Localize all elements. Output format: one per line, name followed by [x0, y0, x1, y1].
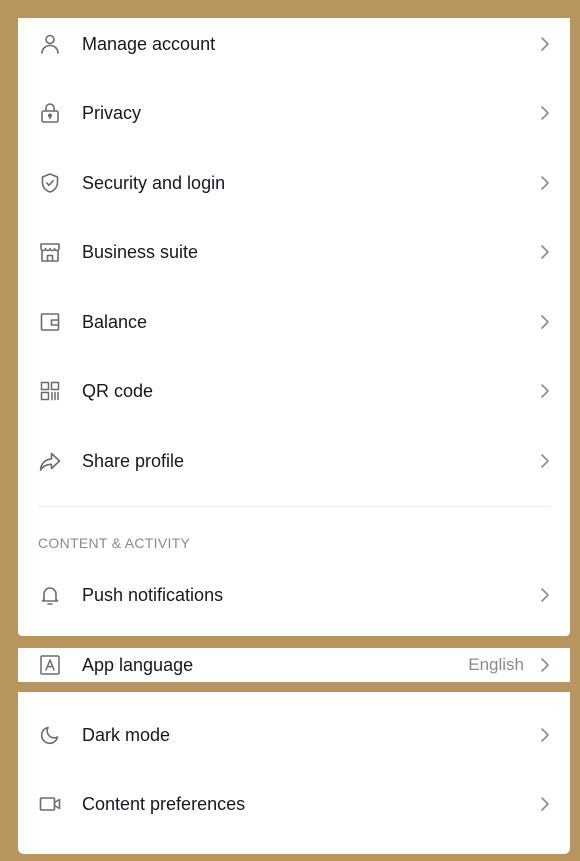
privacy-label: Privacy	[82, 102, 142, 123]
chevron-right-icon	[538, 726, 552, 744]
business-suite-label: Business suite	[82, 241, 199, 262]
app-language-panel: App language English	[18, 648, 570, 682]
content-preferences-label: Content preferences	[82, 793, 246, 814]
chevron-right-icon	[538, 313, 552, 331]
person-icon	[38, 32, 62, 56]
chevron-right-icon	[538, 35, 552, 53]
chevron-right-icon	[538, 104, 552, 122]
wallet-icon	[38, 310, 62, 334]
chevron-right-icon	[538, 382, 552, 400]
business-suite-row[interactable]: Business suite	[18, 232, 570, 272]
chevron-right-icon	[538, 656, 552, 674]
section-divider	[38, 506, 550, 507]
chevron-right-icon	[538, 795, 552, 813]
qr-code-label: QR code	[82, 380, 154, 401]
lock-icon	[38, 101, 62, 125]
balance-row[interactable]: Balance	[18, 302, 570, 342]
store-icon	[38, 240, 62, 264]
language-icon	[38, 653, 62, 677]
share-profile-label: Share profile	[82, 450, 185, 471]
share-icon	[38, 449, 62, 473]
bell-icon	[38, 583, 62, 607]
privacy-row[interactable]: Privacy	[18, 93, 570, 133]
dark-mode-label: Dark mode	[82, 724, 171, 745]
chevron-right-icon	[538, 452, 552, 470]
security-login-label: Security and login	[82, 172, 226, 193]
app-language-value: English	[468, 655, 524, 674]
app-language-label: App language	[82, 654, 194, 675]
section-title-content-activity: CONTENT & ACTIVITY	[38, 535, 191, 551]
app-language-row[interactable]: App language English	[18, 645, 570, 685]
settings-panel-display: Dark mode Content preferences	[18, 692, 570, 854]
settings-panel-account: Manage account Privacy Security and logi…	[18, 18, 570, 636]
security-login-row[interactable]: Security and login	[18, 163, 570, 203]
manage-account-row[interactable]: Manage account	[18, 24, 570, 64]
qr-code-icon	[38, 379, 62, 403]
share-profile-row[interactable]: Share profile	[18, 441, 570, 481]
moon-icon	[38, 723, 62, 747]
chevron-right-icon	[538, 243, 552, 261]
manage-account-label: Manage account	[82, 33, 216, 54]
balance-label: Balance	[82, 311, 148, 332]
shield-icon	[38, 171, 62, 195]
video-icon	[38, 792, 62, 816]
chevron-right-icon	[538, 586, 552, 604]
push-notifications-row[interactable]: Push notifications	[18, 575, 570, 615]
push-notifications-label: Push notifications	[82, 584, 224, 605]
chevron-right-icon	[538, 174, 552, 192]
qr-code-row[interactable]: QR code	[18, 371, 570, 411]
dark-mode-row[interactable]: Dark mode	[18, 715, 570, 755]
content-preferences-row[interactable]: Content preferences	[18, 784, 570, 824]
